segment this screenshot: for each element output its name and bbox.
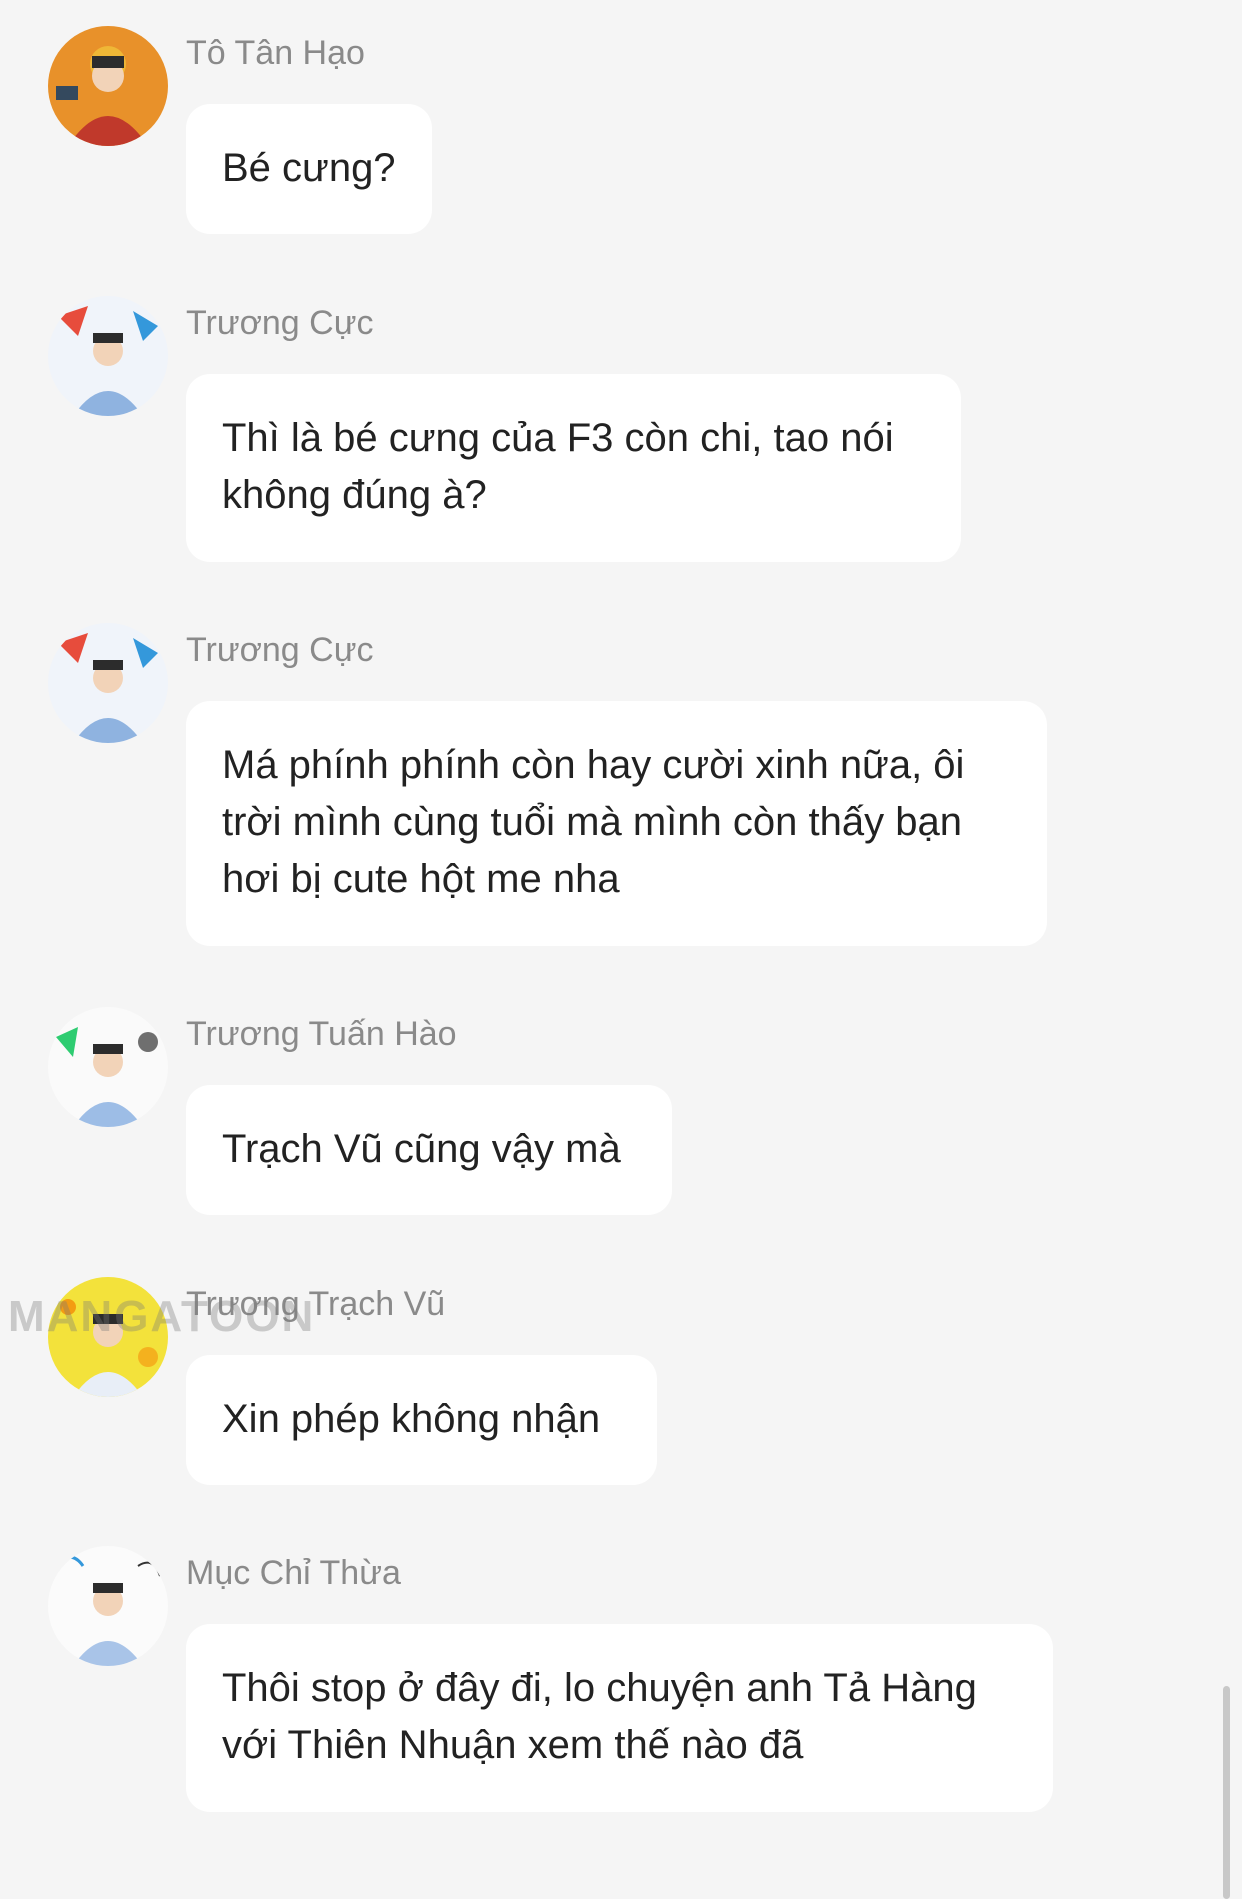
sender-name: Trương Cực: [186, 304, 374, 342]
avatar[interactable]: [48, 1007, 168, 1127]
message-bubble: Bé cưng?: [186, 104, 432, 234]
message-bubble: Thì là bé cưng của F3 còn chi, tao nói k…: [186, 374, 961, 562]
sender-name: Tô Tân Hạo: [186, 34, 365, 72]
avatar[interactable]: [48, 296, 168, 416]
avatar[interactable]: [48, 1546, 168, 1666]
message-bubble: Trạch Vũ cũng vậy mà: [186, 1085, 672, 1215]
sender-name: Trương Cực: [186, 631, 374, 669]
avatar[interactable]: [48, 26, 168, 146]
message-bubble: Má phính phính còn hay cười xinh nữa, ôi…: [186, 701, 1047, 946]
message-bubble: Xin phép không nhận: [186, 1355, 657, 1485]
sender-name: Trương Tuấn Hào: [186, 1015, 457, 1053]
scrollbar[interactable]: [1223, 1686, 1230, 1899]
message-bubble: Thôi stop ở đây đi, lo chuyện anh Tả Hàn…: [186, 1624, 1053, 1812]
chat-thread: Tô Tân Hạo Bé cưng? Trương Cực Thì là bé…: [0, 0, 1242, 1899]
sender-name: Mục Chỉ Thừa: [186, 1554, 401, 1592]
watermark: MANGATOON: [8, 1292, 316, 1341]
avatar[interactable]: [48, 623, 168, 743]
